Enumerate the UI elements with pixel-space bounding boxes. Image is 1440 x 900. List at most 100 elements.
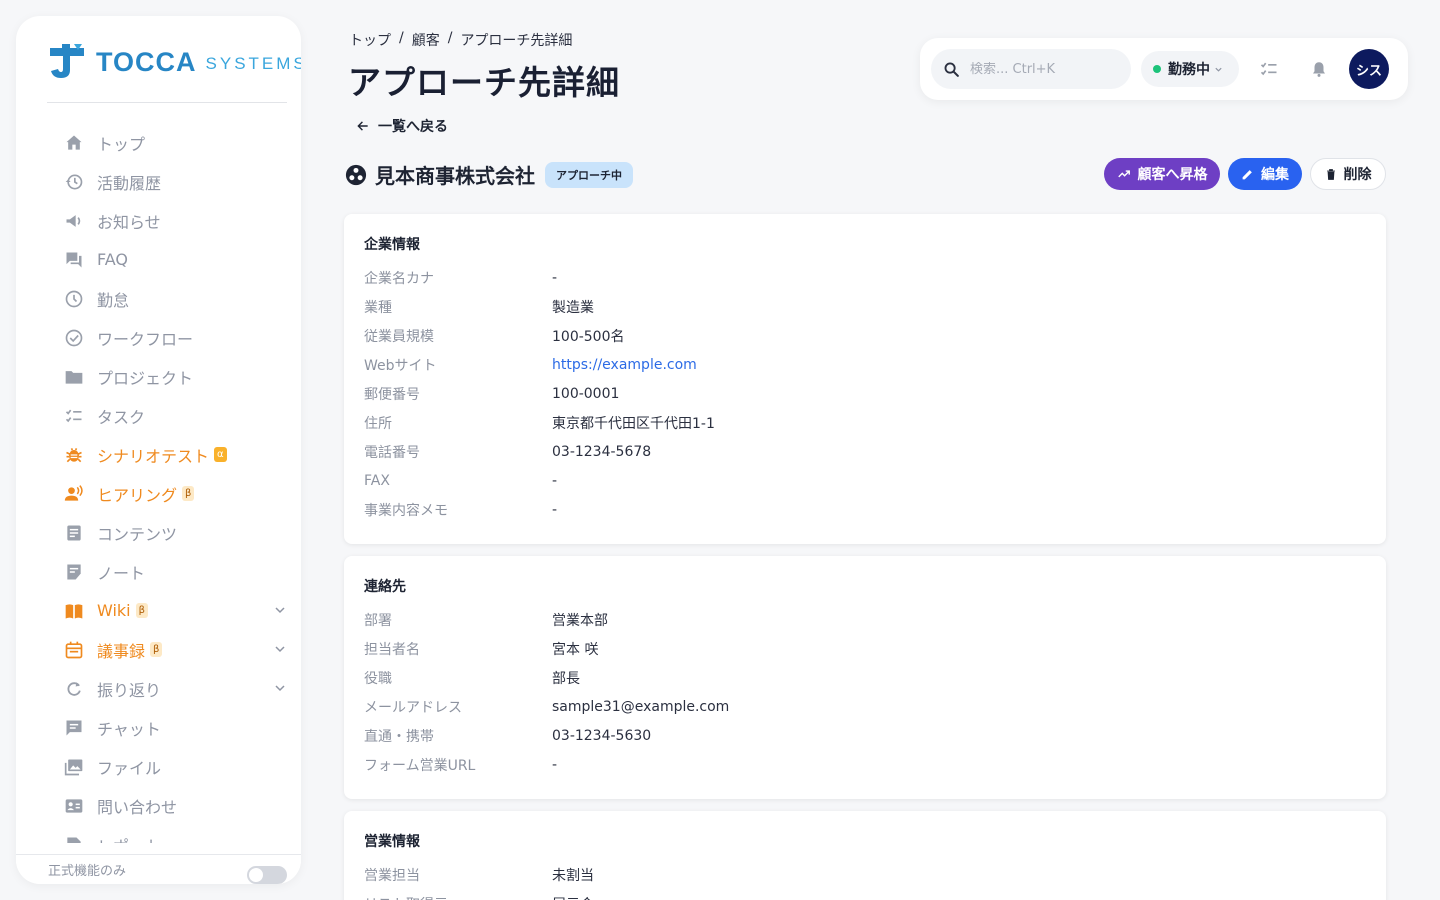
toggle-knob — [249, 868, 263, 882]
sidebar-item[interactable]: お知らせ — [47, 201, 287, 240]
chat-icon — [63, 717, 85, 739]
trash-icon — [1326, 168, 1335, 180]
status-badge: アプローチ中 — [545, 161, 633, 188]
field-label: メールアドレス — [364, 699, 462, 716]
avatar[interactable]: シス — [1349, 49, 1389, 89]
field-value: - — [552, 501, 558, 518]
pencil-icon — [1242, 169, 1252, 179]
logo[interactable]: TOCCA SYSTEMS — [48, 44, 301, 80]
checklist-icon — [63, 405, 85, 427]
back-label: 一覧へ戻る — [378, 119, 448, 135]
sidebar-item[interactable]: トップ — [47, 123, 287, 162]
sidebar-item-label: 活動履歴 — [97, 173, 162, 193]
promote-to-customer-button[interactable]: 顧客へ昇格 — [1104, 158, 1220, 190]
divider — [47, 102, 287, 103]
breadcrumb: トップ / 顧客 / アプローチ先詳細 — [349, 30, 572, 50]
sidebar-item[interactable]: ワークフロー — [47, 318, 287, 357]
info-card: 企業情報 企業名カナ - 業種 製造業 従業員規模 100-500名 Webサイト https:… — [344, 214, 1386, 544]
sidebar-item-label: タスク — [97, 407, 146, 427]
sidebar-item[interactable]: ヒアリング β — [47, 474, 287, 513]
refresh-icon — [63, 678, 85, 700]
sidebar-item[interactable]: FAQ — [47, 240, 287, 279]
sidebar-item-label: ヒアリング — [97, 485, 178, 505]
field-value: 展示会 — [552, 894, 594, 900]
official-only-label: 正式機能のみ — [48, 864, 127, 879]
field-label: 電話番号 — [364, 444, 420, 461]
breadcrumb-current: アプローチ先詳細 — [460, 33, 573, 49]
arrow-left-icon — [357, 121, 368, 131]
field-value: sample31@example.com — [552, 698, 730, 715]
breadcrumb-top[interactable]: トップ — [349, 30, 391, 50]
trending-up-icon — [1117, 170, 1130, 178]
tasks-icon[interactable] — [1258, 58, 1280, 80]
back-to-list-link[interactable]: 一覧へ戻る — [356, 116, 448, 136]
field-label: 業種 — [364, 299, 392, 316]
field-label: 郵便番号 — [364, 386, 420, 403]
work-status-dropdown[interactable]: 勤務中 — [1141, 51, 1239, 87]
sidebar-item[interactable]: Wiki β — [47, 591, 287, 630]
status-dot — [1153, 65, 1161, 73]
sidebar-item-label: シナリオテスト — [97, 446, 210, 466]
chevron-down-icon[interactable] — [273, 642, 287, 656]
feature-stage-badge: β — [135, 603, 149, 618]
edit-button[interactable]: 編集 — [1228, 158, 1302, 190]
field-value: 東京都千代田区千代田1-1 — [552, 415, 715, 432]
delete-button[interactable]: 削除 — [1310, 158, 1386, 190]
field-value: - — [552, 269, 558, 286]
field-row: 事業内容メモ - — [364, 495, 1366, 524]
sidebar-item[interactable]: プロジェクト — [47, 357, 287, 396]
chevron-down-icon[interactable] — [273, 681, 287, 695]
sidebar-item[interactable]: ノート — [47, 552, 287, 591]
chevron-down-icon[interactable] — [273, 603, 287, 617]
logo-mark-icon — [48, 44, 86, 80]
field-row: リスト取得元展示会 — [364, 889, 1366, 900]
website-link[interactable]: https://example.com — [552, 357, 697, 373]
sidebar-item-label: コンテンツ — [97, 524, 178, 544]
promote-label: 顧客へ昇格 — [1137, 167, 1208, 183]
sidebar-item[interactable]: チャット — [47, 708, 287, 747]
sidebar-item-label: ノート — [97, 563, 146, 583]
topbar: 勤務中 シス — [920, 38, 1408, 100]
breadcrumb-customers[interactable]: 顧客 — [412, 30, 440, 50]
sidebar-item-label: ファイル — [97, 758, 162, 778]
home-icon — [63, 132, 85, 154]
sidebar-item[interactable]: コンテンツ — [47, 513, 287, 552]
sidebar-item[interactable]: ファイル — [47, 747, 287, 786]
sidebar-item[interactable]: 問い合わせ — [47, 786, 287, 825]
field-label: 営業担当 — [364, 867, 420, 884]
company-name: 見本商事株式会社 — [375, 164, 535, 188]
sidebar-item[interactable]: タスク — [47, 396, 287, 435]
field-row: 役職 部長 — [364, 663, 1366, 692]
field-label: 従業員規模 — [364, 328, 434, 345]
official-only-toggle[interactable] — [247, 866, 287, 884]
search-input[interactable] — [970, 61, 1120, 77]
field-row: 企業名カナ - — [364, 263, 1366, 292]
bell-icon[interactable] — [1308, 58, 1330, 80]
search-box[interactable] — [931, 49, 1131, 89]
folder-icon — [63, 366, 85, 388]
sidebar-item[interactable]: レポート — [47, 825, 287, 843]
breadcrumb-separator: / — [399, 30, 404, 46]
note-icon — [63, 561, 85, 583]
field-row: 電話番号 03-1234-5678 — [364, 437, 1366, 466]
page-title: アプローチ先詳細 — [348, 63, 620, 102]
field-label: 直通・携帯 — [364, 728, 434, 745]
forum-icon — [63, 249, 85, 271]
megaphone-icon — [63, 210, 85, 232]
sidebar-item[interactable]: シナリオテスト α — [47, 435, 287, 474]
sidebar-item-label: チャット — [97, 719, 161, 739]
sidebar-item[interactable]: 議事録 β — [47, 630, 287, 669]
sidebar-item[interactable]: 勤怠 — [47, 279, 287, 318]
sidebar-item[interactable]: 振り返り — [47, 669, 287, 708]
field-row: 郵便番号 100-0001 — [364, 379, 1366, 408]
field-label: FAX — [364, 472, 390, 489]
article-icon — [63, 522, 85, 544]
field-row: 部署 営業本部 — [364, 605, 1366, 634]
sidebar-item[interactable]: 活動履歴 — [47, 162, 287, 201]
field-row: 営業担当 未割当 — [364, 860, 1366, 889]
field-label: リスト取得元 — [364, 894, 552, 900]
breadcrumb-separator: / — [447, 30, 453, 46]
sidebar-item-label: 議事録 — [97, 641, 146, 661]
field-value: 営業本部 — [552, 612, 608, 629]
sidebar-item-label: トップ — [97, 134, 146, 154]
